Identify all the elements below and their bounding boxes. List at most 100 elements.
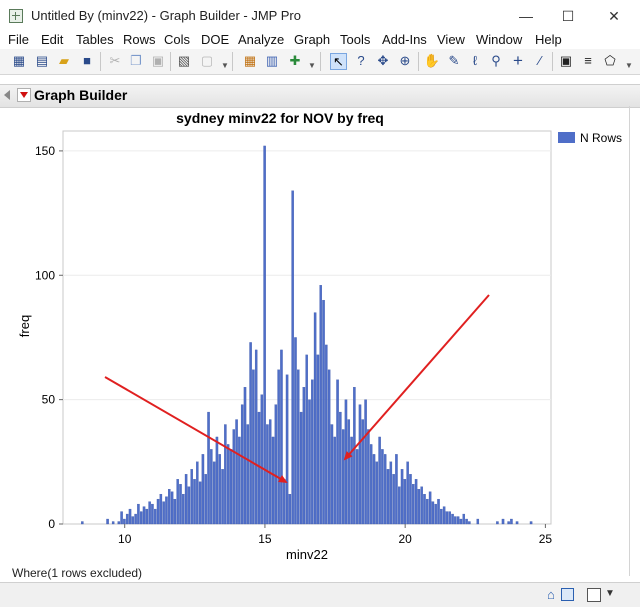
histogram-bar bbox=[358, 404, 362, 525]
histogram-bar bbox=[417, 489, 421, 525]
histogram-bar bbox=[437, 498, 440, 525]
menu-file[interactable]: File bbox=[8, 32, 29, 47]
new-script-icon[interactable]: ▤ bbox=[34, 53, 50, 69]
cut-icon[interactable]: ✂ bbox=[107, 53, 123, 69]
histogram-bar bbox=[151, 503, 154, 525]
histogram-bar bbox=[336, 379, 339, 525]
paste-icon[interactable]: ▣ bbox=[150, 53, 166, 69]
histogram-bar bbox=[288, 493, 292, 525]
brush-tool-icon[interactable]: ✎ bbox=[446, 53, 462, 69]
legend-entry-n-rows: N Rows bbox=[580, 131, 622, 145]
home-icon[interactable]: ⌂ bbox=[547, 587, 555, 602]
histogram-bar bbox=[333, 436, 336, 525]
lock-icon[interactable]: ▢ bbox=[199, 53, 215, 69]
maximize-button[interactable]: ☐ bbox=[545, 0, 591, 32]
histogram-bar bbox=[162, 501, 165, 525]
grabber-tool-icon[interactable]: ✋ bbox=[424, 53, 440, 69]
histogram-bar bbox=[361, 419, 365, 525]
histogram-bar bbox=[403, 479, 407, 525]
menu-tools[interactable]: Tools bbox=[340, 32, 370, 47]
red-triangle-menu-icon[interactable] bbox=[17, 88, 31, 102]
selection-tool-icon[interactable]: ✥ bbox=[375, 53, 391, 69]
histogram-bar bbox=[529, 521, 533, 525]
histogram-bar bbox=[260, 394, 264, 525]
histogram-bar bbox=[440, 508, 443, 525]
menu-help[interactable]: Help bbox=[535, 32, 562, 47]
histogram-bar bbox=[383, 454, 387, 525]
histogram-bar bbox=[134, 513, 137, 525]
histogram-bar bbox=[215, 436, 219, 525]
histogram-bar bbox=[254, 349, 258, 525]
annotate-tool-icon[interactable]: ▣ bbox=[558, 53, 574, 69]
histogram-bar bbox=[218, 454, 222, 525]
line-tool-icon[interactable]: ≡ bbox=[580, 53, 596, 69]
distribution-icon[interactable]: ▥ bbox=[264, 53, 280, 69]
histogram-bar bbox=[145, 508, 149, 525]
polygon-tool-icon[interactable]: ⬠ bbox=[602, 53, 618, 69]
save-icon[interactable]: ■ bbox=[79, 53, 95, 69]
menu-add-ins[interactable]: Add-Ins bbox=[382, 32, 427, 47]
histogram-bar bbox=[168, 489, 171, 525]
histogram-bar bbox=[423, 493, 426, 525]
histogram-bar bbox=[271, 436, 275, 525]
minimize-button[interactable]: — bbox=[503, 0, 549, 32]
help-tool-icon[interactable]: ? bbox=[353, 53, 369, 69]
histogram-bar bbox=[137, 503, 140, 525]
histogram-bar bbox=[327, 369, 331, 525]
new-data-table-icon[interactable]: ▦ bbox=[11, 53, 27, 69]
menu-cols[interactable]: Cols bbox=[164, 32, 190, 47]
scroller-tool-icon[interactable]: ⊕ bbox=[397, 53, 413, 69]
histogram-bar bbox=[120, 511, 123, 525]
menu-window[interactable]: Window bbox=[476, 32, 522, 47]
menu-view[interactable]: View bbox=[437, 32, 465, 47]
chevron-down-icon[interactable]: ▼ bbox=[605, 588, 615, 599]
crosshair-tool-icon[interactable]: + bbox=[510, 52, 526, 69]
ruler-tool-icon[interactable]: ∕ bbox=[532, 53, 548, 69]
histogram-bar bbox=[156, 498, 160, 525]
histogram-bar bbox=[201, 454, 205, 525]
magnifier-tool-icon[interactable]: ⚲ bbox=[488, 53, 504, 69]
journal-icon[interactable]: ▧ bbox=[176, 53, 192, 69]
histogram-bar bbox=[322, 299, 325, 525]
lasso-tool-icon[interactable]: ℓ bbox=[467, 53, 483, 69]
histogram-bar bbox=[406, 461, 409, 525]
histogram-bar bbox=[173, 498, 177, 525]
histogram-bar bbox=[229, 449, 233, 525]
open-icon[interactable]: ▰ bbox=[56, 53, 72, 69]
histogram-bar bbox=[128, 508, 132, 525]
graph-builder-chart[interactable]: sydney minv22 for NOV by freq 050100150 … bbox=[0, 106, 640, 576]
histogram-bar bbox=[428, 491, 432, 525]
add-rows-icon[interactable]: ✚ bbox=[287, 53, 303, 69]
menu-graph[interactable]: Graph bbox=[294, 32, 330, 47]
histogram-bar bbox=[159, 493, 163, 525]
toolbar-overflow-chevron[interactable]: ▼ bbox=[625, 61, 633, 70]
histogram-bar bbox=[378, 436, 381, 525]
toolbar-overflow-chevron[interactable]: ▼ bbox=[221, 61, 229, 70]
histogram-bar bbox=[451, 513, 454, 525]
close-button[interactable]: ✕ bbox=[591, 0, 637, 32]
histogram-bar bbox=[372, 454, 376, 525]
legend[interactable]: N Rows bbox=[558, 131, 622, 145]
histogram-bar bbox=[496, 521, 499, 525]
menu-tables[interactable]: Tables bbox=[76, 32, 114, 47]
window-selector-box[interactable] bbox=[587, 588, 601, 602]
histogram-bar bbox=[224, 424, 227, 525]
window-list-icon[interactable] bbox=[561, 588, 574, 601]
menu-edit[interactable]: Edit bbox=[41, 32, 63, 47]
menu-doe[interactable]: DOE bbox=[201, 32, 229, 47]
data-grid-icon[interactable]: ▦ bbox=[242, 53, 258, 69]
toolbar-overflow-chevron[interactable]: ▼ bbox=[308, 61, 316, 70]
histogram-bar bbox=[501, 518, 505, 525]
disclosure-icon[interactable] bbox=[4, 90, 10, 100]
menu-rows[interactable]: Rows bbox=[123, 32, 156, 47]
toolbar-separator bbox=[232, 52, 233, 71]
histogram-bar bbox=[142, 506, 146, 525]
chart-title: sydney minv22 for NOV by freq bbox=[176, 110, 384, 126]
histogram-bar bbox=[184, 474, 188, 525]
histogram-bar bbox=[226, 444, 230, 525]
histogram-bar bbox=[176, 479, 179, 525]
copy-icon[interactable]: ❐ bbox=[128, 53, 144, 69]
menu-analyze[interactable]: Analyze bbox=[238, 32, 284, 47]
y-axis-ticks: 0 50 100 150 bbox=[35, 144, 63, 531]
arrow-tool-icon[interactable]: ↖ bbox=[330, 53, 347, 70]
